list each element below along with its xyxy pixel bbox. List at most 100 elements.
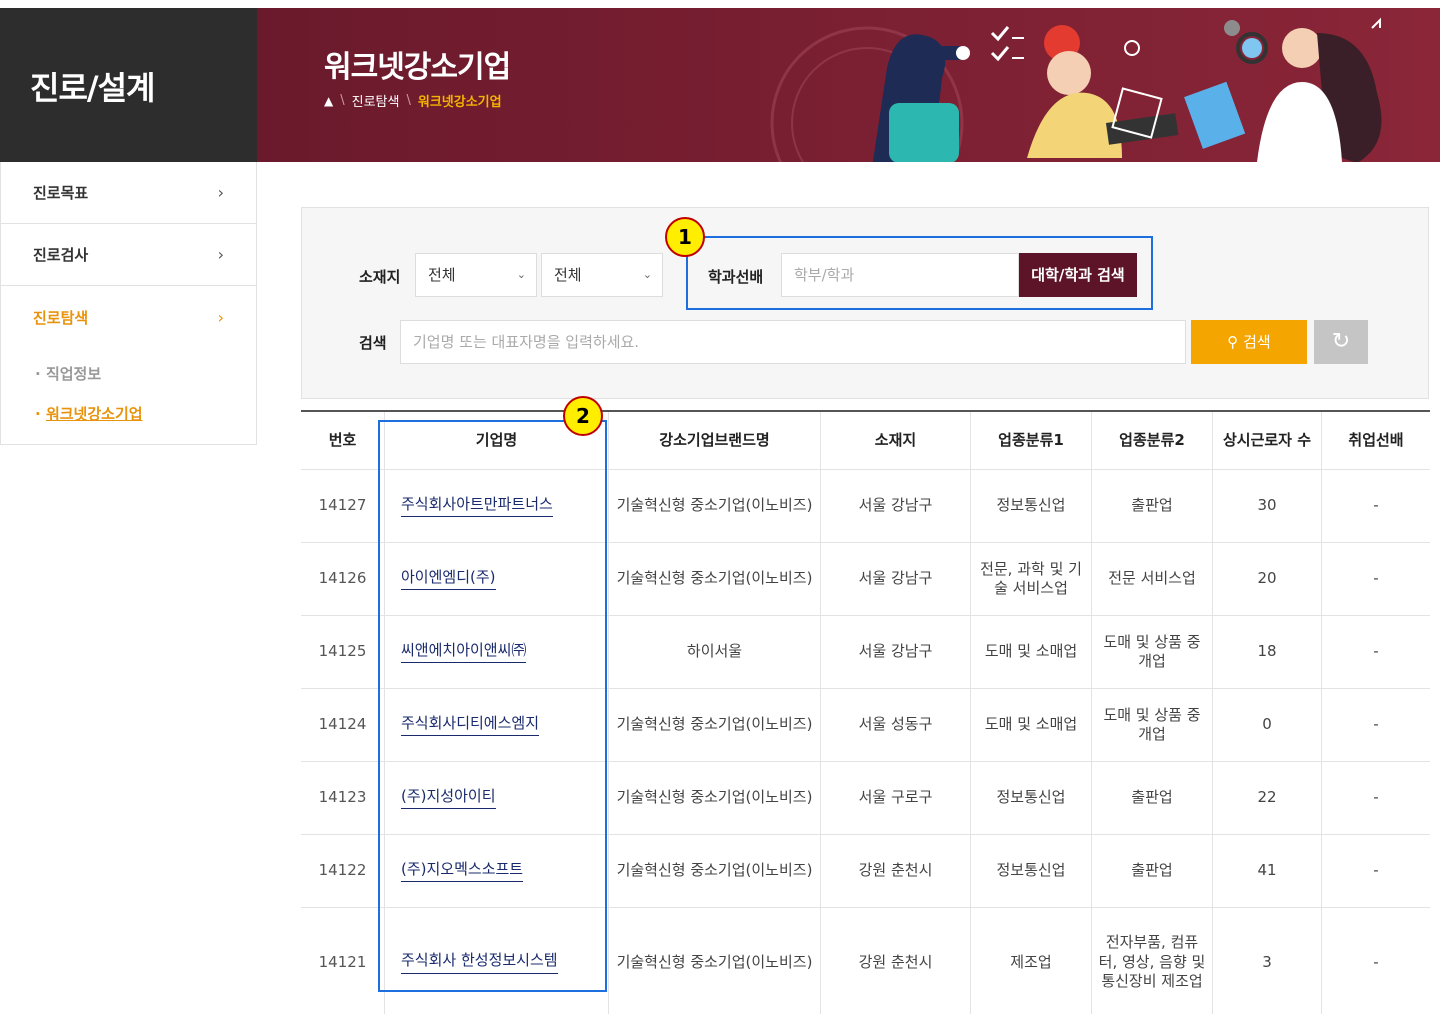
cell-number: 14121 bbox=[301, 908, 385, 1014]
column-header-location: 소재지 bbox=[821, 412, 971, 469]
cell-employees: 20 bbox=[1213, 543, 1322, 615]
sidebar-item-label: 진로탐색 bbox=[33, 308, 89, 327]
cell-number: 14125 bbox=[301, 616, 385, 688]
column-header-brand: 강소기업브랜드명 bbox=[609, 412, 821, 469]
cell-industry2: 전자부품, 컴퓨터, 영상, 음향 및 통신장비 제조업 bbox=[1092, 908, 1213, 1014]
location-select-province[interactable]: 전체 ⌄ bbox=[415, 253, 537, 297]
search-button-label: 검색 bbox=[1243, 333, 1271, 351]
cell-industry1: 전문, 과학 및 기술 서비스업 bbox=[971, 543, 1092, 615]
cell-brand: 기술혁신형 중소기업(이노비즈) bbox=[609, 543, 821, 615]
cell-brand: 기술혁신형 중소기업(이노비즈) bbox=[609, 689, 821, 761]
cell-number: 14123 bbox=[301, 762, 385, 834]
cell-industry2: 출판업 bbox=[1092, 835, 1213, 907]
cell-number: 14127 bbox=[301, 470, 385, 542]
sidebar-item-label: 진로목표 bbox=[33, 184, 89, 202]
column-header-employees: 상시근로자 수 bbox=[1213, 412, 1322, 469]
cell-employees: 22 bbox=[1213, 762, 1322, 834]
cell-industry1: 제조업 bbox=[971, 908, 1092, 1014]
breadcrumb-item-current[interactable]: 워크넷강소기업 bbox=[418, 91, 502, 110]
cell-industry2: 출판업 bbox=[1092, 762, 1213, 834]
annotation-badge-1: 1 bbox=[665, 217, 705, 257]
cell-industry2: 도매 및 상품 중개업 bbox=[1092, 689, 1213, 761]
cell-brand: 기술혁신형 중소기업(이노비즈) bbox=[609, 762, 821, 834]
page-title: 워크넷강소기업 bbox=[324, 50, 511, 85]
top-strip bbox=[0, 0, 1440, 8]
sidebar-title: 진로/설계 bbox=[30, 69, 155, 107]
select-value: 전체 bbox=[428, 266, 456, 284]
cell-alumni: - bbox=[1373, 496, 1379, 515]
chevron-down-icon: ⌄ bbox=[516, 268, 526, 281]
cell-industry2: 전문 서비스업 bbox=[1092, 543, 1213, 615]
cell-industry2: 도매 및 상품 중개업 bbox=[1092, 616, 1213, 688]
cell-employees: 3 bbox=[1213, 908, 1322, 1014]
chevron-right-icon: › bbox=[217, 307, 224, 327]
sidebar-item-career-test[interactable]: 진로검사 › bbox=[1, 224, 256, 286]
cell-alumni: - bbox=[1373, 788, 1379, 807]
cell-location: 서울 강남구 bbox=[821, 470, 971, 542]
location-select-district[interactable]: 전체 ⌄ bbox=[541, 253, 663, 297]
cell-industry1: 도매 및 소매업 bbox=[971, 689, 1092, 761]
cell-location: 서울 강남구 bbox=[821, 543, 971, 615]
sidebar-item-label: 진로검사 bbox=[33, 246, 89, 264]
column-header-industry2: 업종분류2 bbox=[1092, 412, 1213, 469]
sidebar-subitem-label: 직업정보 bbox=[45, 365, 102, 383]
sidebar-subitem-job-info[interactable]: · 직업정보 bbox=[1, 354, 256, 394]
cell-industry1: 정보통신업 bbox=[971, 762, 1092, 834]
cell-number: 14124 bbox=[301, 689, 385, 761]
chevron-right-icon: › bbox=[217, 245, 224, 264]
column-header-industry1: 업종분류1 bbox=[971, 412, 1092, 469]
page-banner: 워크넷강소기업 ▲ \ 진로탐색 \ 워크넷강소기업 bbox=[257, 8, 1440, 162]
home-icon[interactable]: ▲ bbox=[324, 94, 333, 108]
sidebar-header: 진로/설계 bbox=[0, 8, 257, 162]
refresh-icon: ↻ bbox=[1331, 329, 1351, 354]
cell-brand: 하이서울 bbox=[609, 616, 821, 688]
cell-location: 서울 구로구 bbox=[821, 762, 971, 834]
cell-brand: 기술혁신형 중소기업(이노비즈) bbox=[609, 470, 821, 542]
highlight-box-major-search bbox=[686, 236, 1153, 310]
column-header-alumni: 취업선배 bbox=[1348, 430, 1404, 449]
sidebar-subitem-label: 워크넷강소기업 bbox=[45, 405, 143, 423]
cell-location: 강원 춘천시 bbox=[821, 908, 971, 1014]
cell-industry1: 도매 및 소매업 bbox=[971, 616, 1092, 688]
cell-industry2: 출판업 bbox=[1092, 470, 1213, 542]
cell-employees: 41 bbox=[1213, 835, 1322, 907]
chevron-right-icon: › bbox=[217, 183, 224, 202]
cell-employees: 0 bbox=[1213, 689, 1322, 761]
breadcrumb-item-career-explore[interactable]: 진로탐색 bbox=[352, 91, 400, 110]
sidebar-item-career-goal[interactable]: 진로목표 › bbox=[1, 162, 256, 224]
cell-alumni: - bbox=[1373, 569, 1379, 588]
cell-number: 14126 bbox=[301, 543, 385, 615]
annotation-badge-2: 2 bbox=[563, 396, 603, 436]
breadcrumb-separator: \ bbox=[406, 93, 411, 108]
cell-location: 서울 강남구 bbox=[821, 616, 971, 688]
cell-alumni: - bbox=[1373, 861, 1379, 880]
cell-industry1: 정보통신업 bbox=[971, 470, 1092, 542]
highlight-box-company-column bbox=[378, 420, 607, 992]
cell-location: 강원 춘천시 bbox=[821, 835, 971, 907]
reset-button[interactable]: ↻ bbox=[1314, 320, 1368, 364]
sidebar-menu: 진로목표 › 진로검사 › 진로탐색 › · 직업정보 · 워크넷강소기업 bbox=[0, 162, 257, 445]
sub-bullet: · bbox=[35, 405, 41, 423]
cell-location: 서울 성동구 bbox=[821, 689, 971, 761]
search-label: 검색 bbox=[359, 334, 387, 352]
breadcrumb-separator: \ bbox=[340, 93, 345, 108]
column-header-number: 번호 bbox=[301, 412, 385, 469]
sidebar-subitem-worknet-company[interactable]: · 워크넷강소기업 bbox=[1, 394, 256, 434]
sub-bullet: · bbox=[35, 365, 41, 383]
search-input-placeholder: 기업명 또는 대표자명을 입력하세요. bbox=[413, 333, 640, 351]
sidebar-item-career-explore[interactable]: 진로탐색 › bbox=[1, 286, 256, 348]
search-button[interactable]: ⚲ 검색 bbox=[1191, 320, 1307, 364]
cell-employees: 30 bbox=[1213, 470, 1322, 542]
cell-industry1: 정보통신업 bbox=[971, 835, 1092, 907]
search-icon: ⚲ bbox=[1227, 333, 1239, 351]
cell-brand: 기술혁신형 중소기업(이노비즈) bbox=[609, 908, 821, 1014]
breadcrumb: ▲ \ 진로탐색 \ 워크넷강소기업 bbox=[324, 91, 502, 110]
cell-alumni: - bbox=[1373, 642, 1379, 661]
select-value: 전체 bbox=[554, 266, 582, 284]
cell-number: 14122 bbox=[301, 835, 385, 907]
location-label: 소재지 bbox=[359, 268, 401, 286]
cell-employees: 18 bbox=[1213, 616, 1322, 688]
cell-brand: 기술혁신형 중소기업(이노비즈) bbox=[609, 835, 821, 907]
search-input[interactable]: 기업명 또는 대표자명을 입력하세요. bbox=[400, 320, 1186, 364]
chevron-down-icon: ⌄ bbox=[642, 268, 652, 281]
